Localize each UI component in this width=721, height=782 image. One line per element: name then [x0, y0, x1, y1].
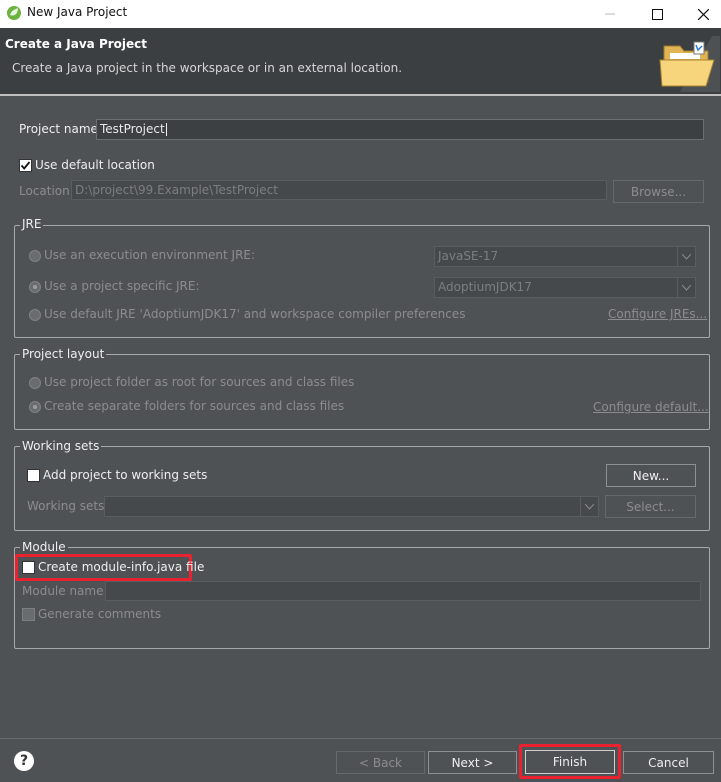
project-layout-title: Project layout [20, 347, 107, 361]
new-working-set-button[interactable]: New... [606, 464, 696, 487]
select-working-sets-button[interactable]: Select... [605, 495, 696, 518]
project-name-label: Project name: [19, 122, 102, 136]
use-default-location-label: Use default location [35, 158, 155, 172]
generate-comments-label: Generate comments [38, 607, 162, 621]
chevron-down-icon [677, 247, 695, 266]
select-working-sets-label: Select... [626, 499, 675, 514]
create-module-info-checkbox[interactable] [22, 561, 35, 574]
cancel-button[interactable]: Cancel [623, 751, 714, 774]
jre-specific-value: AdoptiumJDK17 [438, 280, 532, 294]
new-working-set-label: New... [632, 468, 670, 483]
wizard-banner: Create a Java Project Create a Java proj… [0, 28, 721, 95]
project-name-value: TestProject [100, 122, 165, 136]
text-cursor [165, 123, 167, 136]
browse-label: Browse... [630, 184, 687, 199]
working-sets-title: Working sets [20, 439, 102, 453]
chevron-down-icon [677, 278, 695, 297]
jre-default-label: Use default JRE 'AdoptiumJDK17' and work… [44, 307, 466, 321]
working-sets-label: Working sets: [27, 499, 109, 513]
chevron-down-icon [580, 497, 598, 516]
help-icon[interactable]: ? [14, 751, 34, 771]
folder-icon [650, 36, 720, 95]
close-window-button[interactable] [680, 0, 721, 28]
jre-env-radio[interactable] [29, 250, 41, 262]
location-input[interactable]: D:\project\99.Example\TestProject [71, 180, 607, 200]
minimize-button[interactable] [587, 0, 633, 28]
jre-env-label: Use an execution environment JRE: [44, 248, 256, 262]
wizard-description: Create a Java project in the workspace o… [12, 61, 403, 75]
configure-jres-link[interactable]: Configure JREs... [608, 307, 707, 321]
jre-specific-radio[interactable] [29, 281, 41, 293]
working-sets-select[interactable] [104, 496, 599, 517]
project-layout-group [14, 354, 710, 430]
jre-env-select[interactable]: JavaSE-17 [434, 246, 696, 267]
browse-button[interactable]: Browse... [613, 180, 704, 203]
layout-root-radio[interactable] [29, 377, 41, 389]
module-name-input[interactable] [105, 581, 701, 601]
configure-default-link[interactable]: Configure default... [593, 400, 709, 414]
wizard-heading: Create a Java Project [5, 37, 148, 51]
layout-separate-label: Create separate folders for sources and … [44, 399, 345, 413]
cancel-label: Cancel [648, 755, 689, 770]
add-to-working-sets-label: Add project to working sets [43, 468, 208, 482]
generate-comments-checkbox[interactable] [22, 608, 35, 621]
minimize-icon [605, 13, 615, 15]
eclipse-icon [6, 5, 22, 21]
back-button[interactable]: < Back [336, 751, 425, 774]
jre-default-radio[interactable] [29, 309, 41, 321]
title-bar: New Java Project [0, 0, 721, 28]
back-label: < Back [358, 755, 402, 770]
location-value: D:\project\99.Example\TestProject [75, 183, 278, 197]
add-to-working-sets-checkbox[interactable] [27, 469, 40, 482]
jre-specific-label: Use a project specific JRE: [44, 279, 200, 293]
finish-label: Finish [552, 755, 588, 769]
checkmark-icon [20, 161, 31, 170]
layout-separate-radio[interactable] [29, 401, 41, 413]
banner-separator [0, 94, 721, 96]
next-label: Next > [451, 755, 494, 770]
use-default-location-checkbox[interactable] [19, 159, 32, 172]
jre-env-value: JavaSE-17 [438, 249, 499, 263]
close-icon [697, 8, 709, 20]
module-name-label: Module name: [22, 584, 108, 598]
finish-button[interactable]: Finish [525, 750, 615, 774]
window-title: New Java Project [27, 5, 128, 19]
jre-group-title: JRE [20, 217, 44, 231]
create-module-info-label: Create module-info.java file [38, 560, 205, 574]
next-button[interactable]: Next > [428, 751, 517, 774]
location-label: Location: [19, 184, 74, 198]
maximize-icon [651, 8, 663, 20]
working-sets-group [14, 446, 710, 531]
layout-root-label: Use project folder as root for sources a… [44, 375, 355, 389]
footer-separator [0, 738, 721, 739]
project-name-input[interactable]: TestProject [96, 119, 704, 140]
maximize-button[interactable] [634, 0, 680, 28]
jre-specific-select[interactable]: AdoptiumJDK17 [434, 277, 696, 298]
module-title: Module [20, 540, 68, 554]
